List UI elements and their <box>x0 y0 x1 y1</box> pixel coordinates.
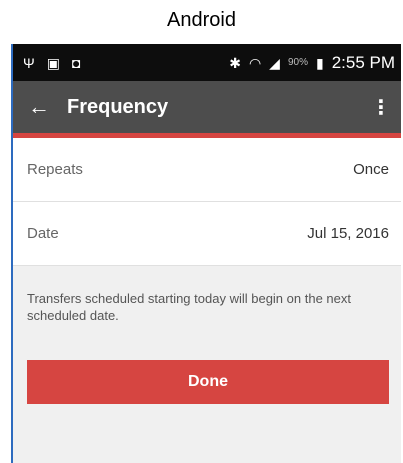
done-button[interactable]: Done <box>27 360 389 404</box>
wifi-icon: ◠ <box>248 54 262 71</box>
date-row[interactable]: Date Jul 15, 2016 <box>13 202 401 266</box>
repeats-label: Repeats <box>27 161 83 178</box>
date-value: Jul 15, 2016 <box>307 225 389 242</box>
status-bar: Ψ ▣ ◘ ✱ ◠ ◢ 90% ▮ 2:55 PM <box>13 44 401 81</box>
schedule-note: Transfers scheduled starting today will … <box>27 291 351 323</box>
back-arrow-icon[interactable]: ← <box>19 94 59 120</box>
status-time: 2:55 PM <box>331 52 395 72</box>
app-toolbar: ← Frequency ⋮ <box>13 81 401 138</box>
page-title: Frequency <box>67 95 169 118</box>
phone-screen: Ψ ▣ ◘ ✱ ◠ ◢ 90% ▮ 2:55 PM ← Frequency ⋮ … <box>11 44 401 463</box>
battery-percent: 90% <box>287 57 308 68</box>
repeats-row[interactable]: Repeats Once <box>13 138 401 202</box>
bluetooth-icon: ✱ <box>229 54 241 71</box>
screenshot-icon: ▣ <box>46 54 60 71</box>
overflow-menu-icon[interactable]: ⋮ <box>371 95 391 120</box>
bag-icon: ◘ <box>71 54 81 71</box>
repeats-value: Once <box>353 161 389 178</box>
signal-icon: ◢ <box>269 54 280 71</box>
platform-caption: Android <box>167 9 236 31</box>
battery-icon: ▮ <box>315 54 324 71</box>
usb-icon: Ψ <box>23 54 35 71</box>
date-label: Date <box>27 225 59 242</box>
